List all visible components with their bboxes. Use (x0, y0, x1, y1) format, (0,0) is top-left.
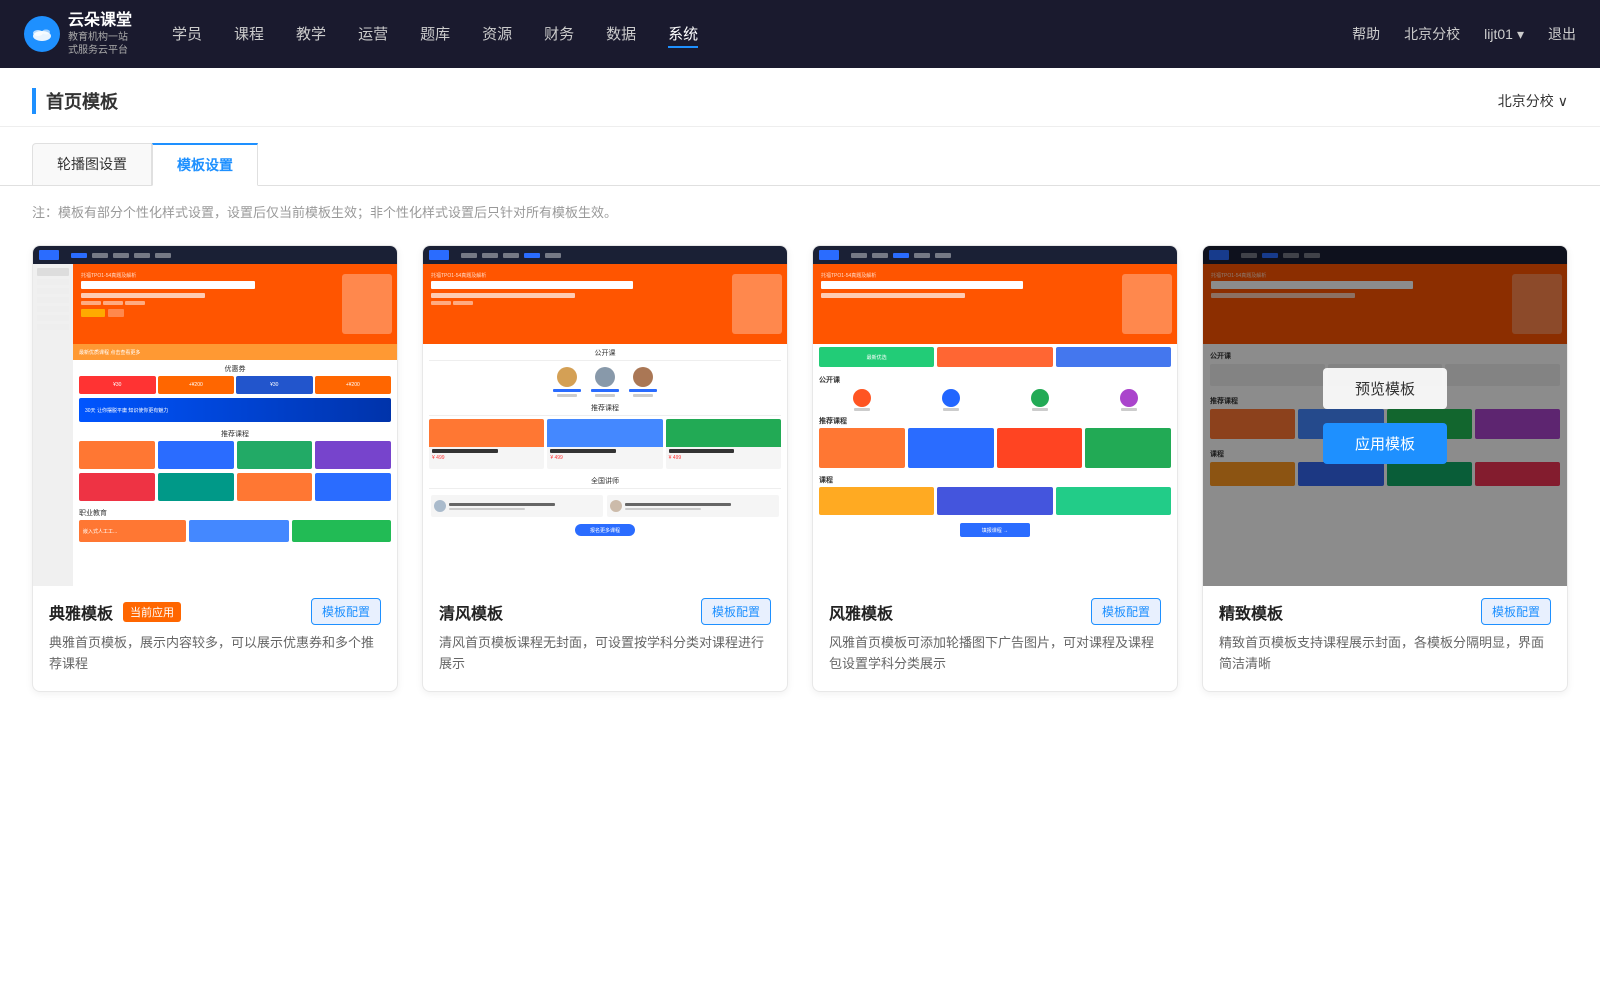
navbar: 云朵课堂 教育机构一站 式服务云平台 学员 课程 教学 运营 题库 资源 财务 … (0, 0, 1600, 68)
tab-template[interactable]: 模板设置 (152, 143, 258, 186)
nav-items: 学员 课程 教学 运营 题库 资源 财务 数据 系统 (172, 19, 698, 48)
template-config-btn-fengya[interactable]: 模板配置 (1091, 598, 1161, 625)
logo-text: 云朵课堂 教育机构一站 式服务云平台 (68, 11, 132, 58)
note-text: 注：模板有部分个性化样式设置，设置后仅当前模板生效；非个性化样式设置后只针对所有… (0, 186, 1600, 237)
template-config-btn-qingfeng[interactable]: 模板配置 (701, 598, 771, 625)
template-footer-jingzhi: 精致模板 模板配置 精致首页模板支持课程展示封面，各模板分隔明显，界面简洁清晰 (1203, 586, 1567, 691)
nav-item-course[interactable]: 课程 (234, 19, 264, 48)
template-overlay-jingzhi: 预览模板 应用模板 (1203, 246, 1567, 586)
template-name-label-jingzhi: 精致模板 (1219, 600, 1283, 624)
logo: 云朵课堂 教育机构一站 式服务云平台 (24, 11, 132, 58)
nav-item-teaching[interactable]: 教学 (296, 19, 326, 48)
template-name-row-jingzhi: 精致模板 模板配置 (1219, 598, 1551, 625)
tab-carousel[interactable]: 轮播图设置 (32, 143, 152, 185)
preview-template-btn[interactable]: 预览模板 (1323, 368, 1447, 409)
template-name-label-fengya: 风雅模板 (829, 600, 893, 624)
template-footer-fengya: 风雅模板 模板配置 风雅首页模板可添加轮播图下广告图片，可对课程及课程包设置学科… (813, 586, 1177, 691)
template-desc-jingzhi: 精致首页模板支持课程展示封面，各模板分隔明显，界面简洁清晰 (1219, 633, 1551, 675)
navbar-right: 帮助 北京分校 lijt01 ▾ 退出 (1352, 24, 1576, 44)
chevron-down-icon: ▾ (1517, 26, 1524, 43)
nav-item-finance[interactable]: 财务 (544, 19, 574, 48)
mini-logo (39, 250, 59, 260)
current-badge-dianye: 当前应用 (123, 602, 181, 622)
navbar-left: 云朵课堂 教育机构一站 式服务云平台 学员 课程 教学 运营 题库 资源 财务 … (24, 11, 698, 58)
template-preview-fengya: 托福TPO1-54真题及解析 最新优选 (813, 246, 1177, 586)
template-card-dianye: 托福TPO1-54真题及解析 (32, 245, 398, 692)
logo-icon (24, 16, 60, 52)
page-header: 首页模板 北京分校 ∨ (0, 68, 1600, 127)
template-footer-dianye: 典雅模板 当前应用 模板配置 典雅首页模板，展示内容较多，可以展示优惠券和多个推… (33, 586, 397, 691)
templates-grid: 托福TPO1-54真题及解析 (0, 237, 1600, 724)
user-dropdown[interactable]: lijt01 ▾ (1484, 26, 1524, 43)
page-content: 首页模板 北京分校 ∨ 轮播图设置 模板设置 注：模板有部分个性化样式设置，设置… (0, 68, 1600, 990)
branch-selector[interactable]: 北京分校 ∨ (1498, 91, 1568, 111)
nav-item-system[interactable]: 系统 (668, 19, 698, 48)
tabs-container: 轮播图设置 模板设置 (0, 127, 1600, 186)
template-name-label-dianye: 典雅模板 (49, 600, 113, 624)
template-preview-qingfeng: 托福TPO1-54真题及解析 公开课 (423, 246, 787, 586)
template-card-jingzhi: 托福TPO1-54真题及解析 公开课 (1202, 245, 1568, 692)
template-name-label-qingfeng: 清风模板 (439, 600, 503, 624)
template-preview-jingzhi: 托福TPO1-54真题及解析 公开课 (1203, 246, 1567, 586)
template-desc-dianye: 典雅首页模板，展示内容较多，可以展示优惠券和多个推荐课程 (49, 633, 381, 675)
nav-item-operations[interactable]: 运营 (358, 19, 388, 48)
template-name-row-dianye: 典雅模板 当前应用 模板配置 (49, 598, 381, 625)
template-config-btn-dianye[interactable]: 模板配置 (311, 598, 381, 625)
template-desc-qingfeng: 清风首页模板课程无封面，可设置按学科分类对课程进行展示 (439, 633, 771, 675)
apply-template-btn[interactable]: 应用模板 (1323, 423, 1447, 464)
template-footer-qingfeng: 清风模板 模板配置 清风首页模板课程无封面，可设置按学科分类对课程进行展示 (423, 586, 787, 691)
page-title: 首页模板 (32, 88, 118, 114)
template-name-row-qingfeng: 清风模板 模板配置 (439, 598, 771, 625)
nav-item-student[interactable]: 学员 (172, 19, 202, 48)
template-card-qingfeng: 托福TPO1-54真题及解析 公开课 (422, 245, 788, 692)
chevron-down-icon: ∨ (1558, 93, 1568, 110)
branch-link[interactable]: 北京分校 (1404, 24, 1460, 44)
template-desc-fengya: 风雅首页模板可添加轮播图下广告图片，可对课程及课程包设置学科分类展示 (829, 633, 1161, 675)
template-card-fengya: 托福TPO1-54真题及解析 最新优选 (812, 245, 1178, 692)
template-config-btn-jingzhi[interactable]: 模板配置 (1481, 598, 1551, 625)
help-link[interactable]: 帮助 (1352, 24, 1380, 44)
template-preview-dianye: 托福TPO1-54真题及解析 (33, 246, 397, 586)
nav-item-resources[interactable]: 资源 (482, 19, 512, 48)
logout-link[interactable]: 退出 (1548, 24, 1576, 44)
nav-item-data[interactable]: 数据 (606, 19, 636, 48)
nav-item-question[interactable]: 题库 (420, 19, 450, 48)
template-name-row-fengya: 风雅模板 模板配置 (829, 598, 1161, 625)
